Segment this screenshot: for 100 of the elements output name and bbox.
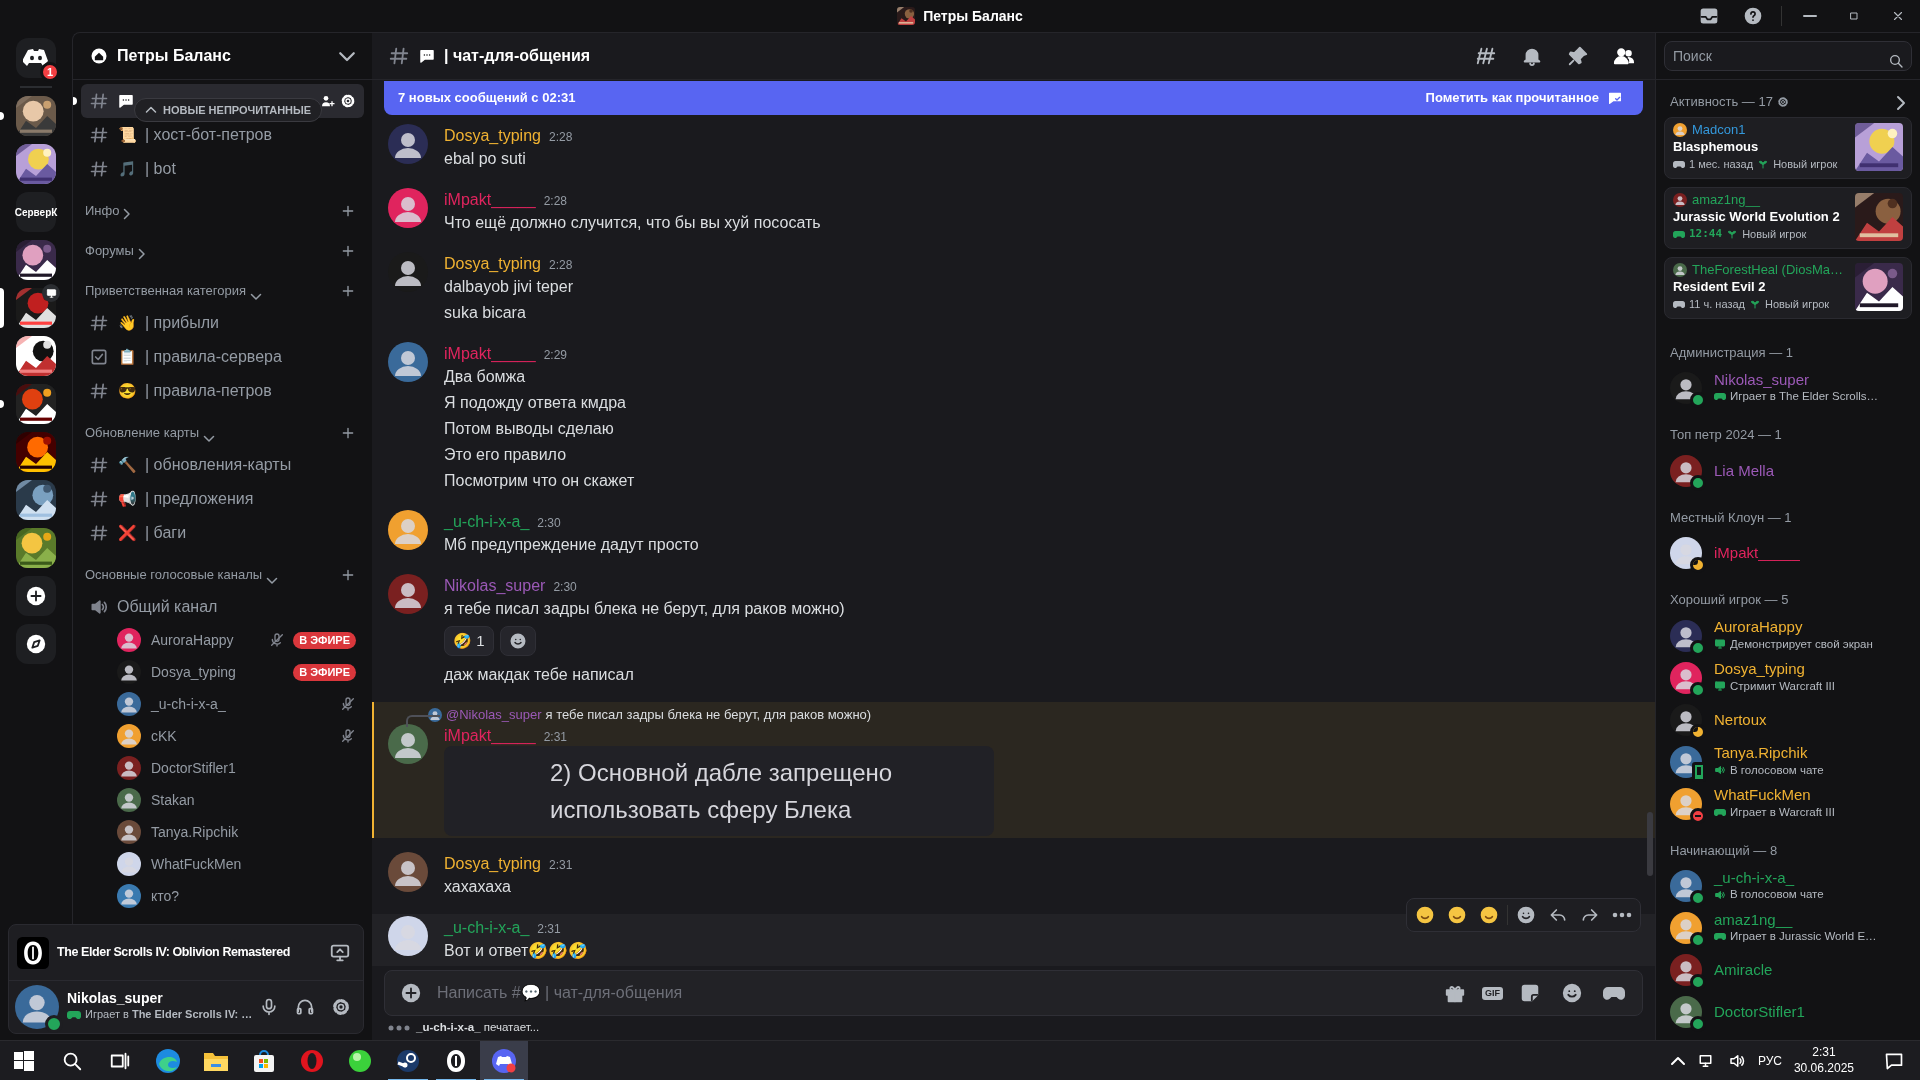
user-status: Играет в The Elder Scrolls IV: …: [85, 1007, 253, 1023]
voice-user[interactable]: cKK: [81, 720, 364, 752]
settings-icon: [340, 93, 356, 109]
activity-card[interactable]: amaz1ng__ Jurassic World Evolution 2 12:44 Новый игрок: [1664, 186, 1912, 249]
scrollbar-thumb[interactable]: [1647, 812, 1653, 876]
voice-user[interactable]: DoctorStifler1: [81, 752, 364, 784]
hash-icon: [89, 91, 109, 111]
input-language[interactable]: РУС: [1757, 1051, 1782, 1070]
category-header[interactable]: Приветственная категория: [81, 266, 364, 306]
add-reaction-button[interactable]: [499, 626, 536, 656]
gamepad-icon: [1673, 160, 1685, 168]
search-field[interactable]: Поиск: [1664, 41, 1912, 71]
category-header[interactable]: Форумы: [81, 226, 364, 266]
server-icon[interactable]: [16, 480, 56, 520]
group-title: Хороший игрок — 5: [1670, 591, 1789, 609]
server-icon[interactable]: [16, 576, 56, 616]
channel-item[interactable]: 📢 | предложения: [81, 482, 364, 516]
category-header[interactable]: Обновление карты: [81, 408, 364, 448]
message-author[interactable]: iMpakt_____: [444, 188, 536, 212]
member-item[interactable]: DoctorStifler1: [1664, 991, 1912, 1033]
server-icon[interactable]: 1: [16, 38, 56, 78]
smile-icon: [508, 632, 527, 650]
member-item[interactable]: Amiracle: [1664, 949, 1912, 991]
clock-date[interactable]: 30.06.2025: [1793, 1060, 1854, 1077]
member-item[interactable]: AuroraHappy Демонстрирует свой экран: [1664, 614, 1912, 657]
message-time: 2:28: [548, 129, 573, 146]
member-item[interactable]: Tanya.Ripchik В голосовом чате: [1664, 740, 1912, 783]
reaction-button[interactable]: 🤣 1: [444, 626, 494, 656]
member-name: iMpakt_____: [1714, 544, 1800, 562]
speaker-icon: [89, 597, 109, 617]
member-item[interactable]: amaz1ng__ Играет в Jurassic World E…: [1664, 907, 1912, 949]
channel-item[interactable]: 📋 | правила-сервера: [81, 340, 364, 374]
notification-badge: 1: [40, 62, 60, 82]
member-status: Играет в Jurassic World E…: [1730, 929, 1877, 944]
member-item[interactable]: iMpakt_____: [1664, 532, 1912, 574]
add-icon: [400, 982, 422, 1004]
server-icon[interactable]: [16, 528, 56, 568]
activity-user[interactable]: amaz1ng__: [1692, 192, 1760, 207]
channel-item[interactable]: 👋 | прибыли: [81, 306, 364, 340]
channel-item[interactable]: ❌ | баги: [81, 516, 364, 550]
member-item[interactable]: WhatFuckMen Играет в Warcraft III: [1664, 782, 1912, 825]
group-title: Администрация — 1: [1670, 343, 1793, 362]
message-author[interactable]: Dosya_typing: [444, 124, 541, 148]
mark-read-button[interactable]: Пометить как прочитанное: [1419, 86, 1629, 110]
server-icon[interactable]: [16, 432, 56, 472]
server-icon[interactable]: [16, 336, 56, 376]
channel-name: | баги: [145, 523, 187, 543]
user-name: Dosya_typing: [151, 662, 236, 682]
user-name: Tanya.Ripchik: [151, 822, 239, 842]
voice-user[interactable]: кто?: [81, 880, 364, 912]
channel-item[interactable]: 😎 | правила-петров: [81, 374, 364, 408]
channel-emoji: 👋: [117, 312, 137, 333]
activity-user[interactable]: Madcon1: [1692, 122, 1746, 137]
channel-item[interactable]: 🎵 | bot: [81, 152, 364, 186]
gamepad-icon: [1714, 808, 1726, 816]
member-item[interactable]: Nertoux: [1664, 698, 1912, 741]
new-unread-pill[interactable]: НОВЫЕ НЕПРОЧИТАННЫЕ: [134, 98, 323, 122]
server-icon[interactable]: [16, 144, 56, 184]
message-author[interactable]: Dosya_typing: [444, 252, 541, 276]
voice-user[interactable]: WhatFuckMen: [81, 848, 364, 880]
more-icon: [1612, 912, 1632, 918]
activity-card[interactable]: Madcon1 Blasphemous 1 мес. назад Новый игрок: [1664, 116, 1912, 179]
category-label: Основные голосовые каналы: [85, 565, 263, 584]
voice-channel-item[interactable]: Общий канал: [81, 590, 364, 624]
category-header[interactable]: Инфо: [81, 186, 364, 226]
activity-card[interactable]: TheForestHeal (DiosMa… Resident Evil 2 11 ч. назад Новый игрок: [1664, 256, 1912, 319]
voice-user[interactable]: _u-ch-i-x-a_: [81, 688, 364, 720]
group-title: Топ петр 2024 — 1: [1670, 426, 1782, 444]
message-text: Я подожду ответа кмдра: [444, 393, 627, 413]
server-icon[interactable]: СерверК: [16, 192, 56, 232]
image-attachment[interactable]: 2) Основной дабле запрещено использовать сферу Блека: [444, 746, 994, 836]
avatar: [1673, 192, 1687, 207]
message-author[interactable]: _u-ch-i-x-a_: [444, 510, 530, 534]
message-time: 2:30: [553, 579, 577, 596]
message-time: 2:31: [537, 921, 561, 938]
activity-user[interactable]: TheForestHeal (DiosMa…: [1692, 262, 1843, 277]
message-author[interactable]: Dosya_typing: [444, 852, 541, 876]
member-item[interactable]: Dosya_typing Стримит Warcraft III: [1664, 656, 1912, 699]
voice-user[interactable]: Dosya_typing В ЭФИРЕ: [81, 656, 364, 688]
category-header[interactable]: Основные голосовые каналы: [81, 550, 364, 590]
voice-user[interactable]: Tanya.Ripchik: [81, 816, 364, 848]
server-icon[interactable]: [16, 624, 56, 664]
member-item[interactable]: _u-ch-i-x-a_ В голосовом чате: [1664, 865, 1912, 907]
voice-user[interactable]: AuroraHappy В ЭФИРЕ: [81, 624, 364, 656]
voice-user[interactable]: Stakan: [81, 784, 364, 816]
server-icon[interactable]: [16, 240, 56, 280]
new-messages-banner[interactable]: 7 новых сообщений с 02:31 Пометить как прочитанное: [384, 81, 1643, 115]
message-author[interactable]: iMpakt_____: [444, 342, 536, 366]
member-item[interactable]: Nikolas_super Играет в The Elder Scrolls…: [1664, 367, 1912, 409]
message-text: Потом выводы сделаю: [444, 419, 615, 439]
member-item[interactable]: Lia Mella: [1664, 449, 1912, 492]
message-author[interactable]: _u-ch-i-x-a_: [444, 916, 530, 940]
message-author[interactable]: Nikolas_super: [444, 574, 546, 598]
chevron-right-icon: [123, 208, 131, 220]
taskbar-app[interactable]: [480, 1040, 528, 1080]
channel-item[interactable]: 🔨 | обновления-карты: [81, 448, 364, 482]
clock-time[interactable]: 2:31: [1793, 1044, 1854, 1061]
emoji-icon: [1447, 905, 1467, 925]
avatar: [388, 724, 428, 764]
message-text: dalbayob jivi teper: [444, 277, 574, 297]
